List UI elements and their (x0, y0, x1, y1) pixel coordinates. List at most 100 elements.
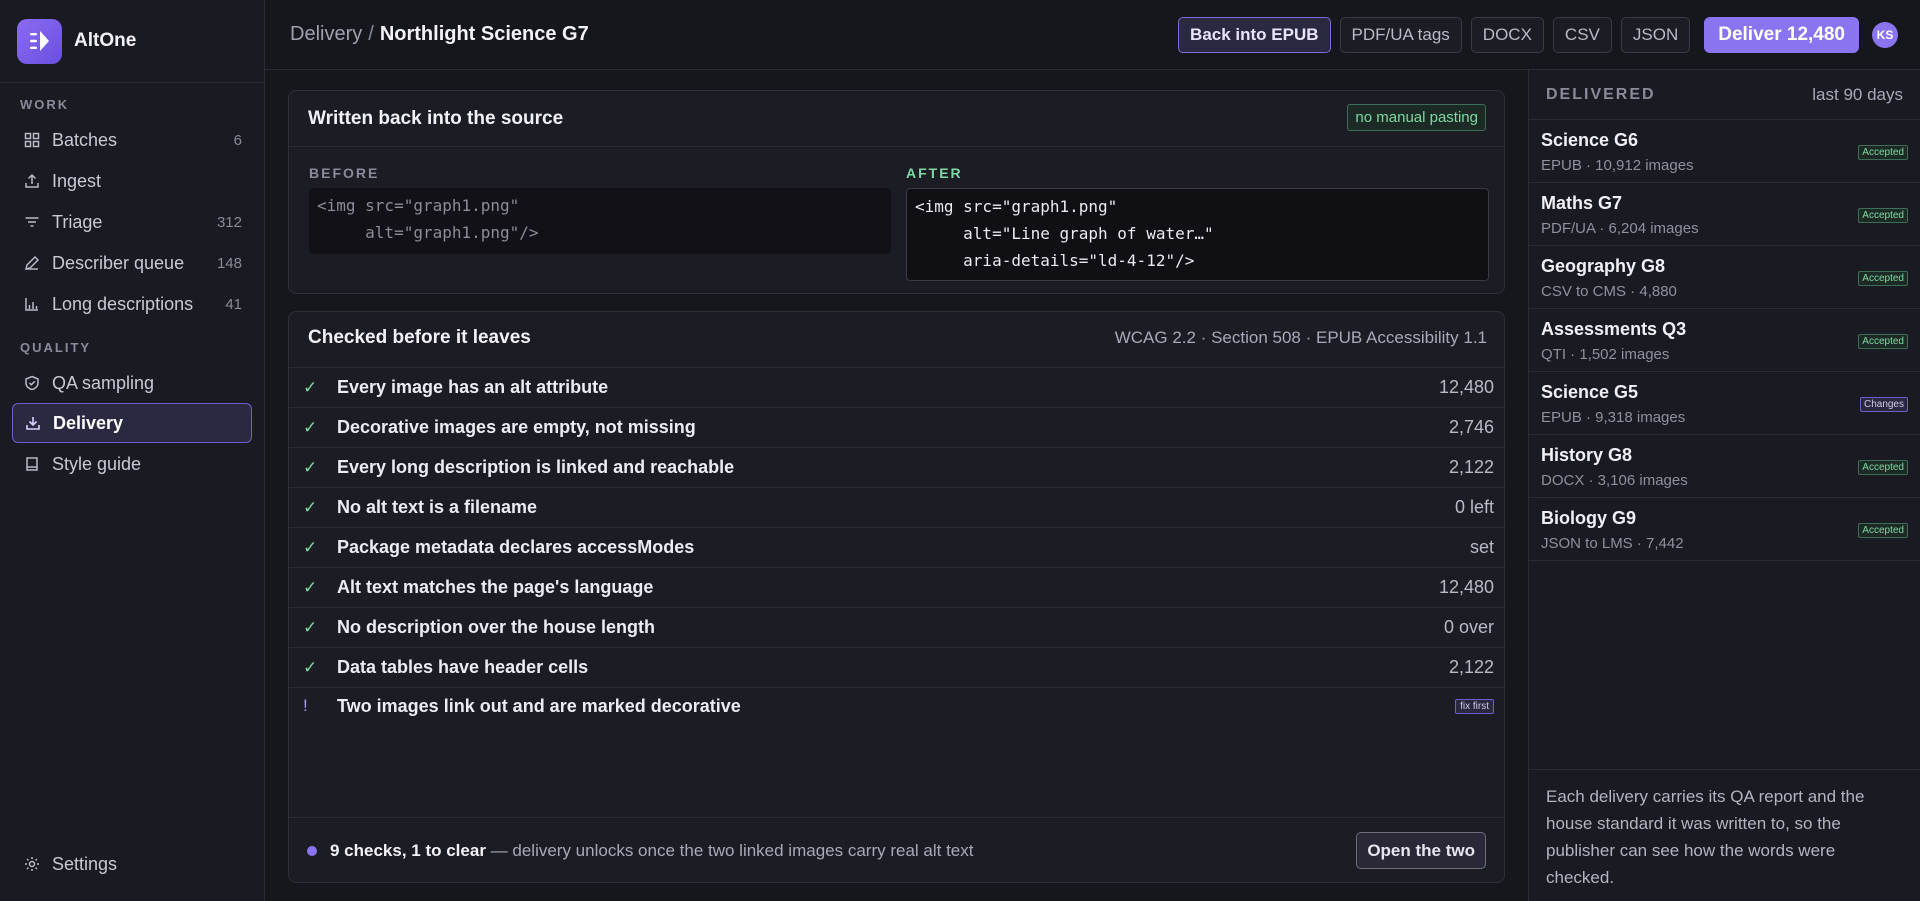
format-docx-button[interactable]: DOCX (1470, 16, 1544, 53)
check-icon: ✓ (303, 657, 318, 677)
avatar[interactable]: KS (1872, 21, 1898, 48)
check-icon: ✓ (303, 417, 318, 437)
sidebar-item-label: QA sampling (52, 372, 155, 393)
delivery-meta: JSON to LMS · 7,442 (1541, 535, 1684, 552)
sidebar-item-long-descriptions[interactable]: Long descriptions 41 (12, 284, 252, 324)
check-label: Every image has an alt attribute (337, 377, 609, 397)
status-dot-icon (307, 845, 317, 856)
logo-icon (17, 18, 62, 64)
check-icon: ✓ (303, 497, 318, 517)
upload-icon (23, 172, 41, 190)
check-icon: ✓ (303, 617, 318, 637)
sidebar-item-qa-sampling[interactable]: QA sampling (12, 363, 252, 403)
delivery-item[interactable]: Geography G8 CSV to CMS · 4,880 Accepted (1529, 246, 1920, 309)
delivery-meta: EPUB · 9,318 images (1541, 409, 1686, 426)
check-row: ✓ Every long description is linked and r… (289, 447, 1506, 487)
sidebar-item-count: 148 (216, 254, 242, 272)
nav-section-quality: QUALITY (20, 340, 92, 355)
open-the-two-button[interactable]: Open the two (1356, 832, 1486, 869)
check-value: 0 left (1454, 497, 1494, 517)
sidebar: AltOne WORK Batches 6 Ingest Triage 312 … (0, 0, 265, 901)
check-row: ✓ Decorative images are empty, not missi… (289, 407, 1506, 447)
breadcrumb-separator: / (368, 23, 374, 45)
brand[interactable]: AltOne (0, 0, 264, 83)
delivery-item[interactable]: Biology G9 JSON to LMS · 7,442 Accepted (1529, 498, 1920, 561)
delivery-item[interactable]: Assessments Q3 QTI · 1,502 images Accept… (1529, 309, 1920, 372)
check-value: 2,122 (1448, 457, 1494, 477)
delivery-item[interactable]: History G8 DOCX · 3,106 images Accepted (1529, 435, 1920, 498)
check-label: No description over the house length (337, 617, 656, 637)
delivery-item[interactable]: Science G6 EPUB · 10,912 images Accepted (1529, 120, 1920, 183)
sidebar-item-triage[interactable]: Triage 312 (12, 202, 252, 242)
standards-text: WCAG 2.2 · Section 508 · EPUB Accessibil… (1114, 328, 1487, 347)
before-label: BEFORE (309, 165, 380, 181)
filter-icon (23, 213, 41, 231)
delivery-meta: EPUB · 10,912 images (1541, 157, 1694, 174)
format-pdfua-button[interactable]: PDF/UA tags (1339, 16, 1462, 53)
delivery-name: History G8 (1541, 445, 1633, 465)
status-badge: Accepted (1858, 523, 1908, 538)
before-code: <img src="graph1.png" alt="graph1.png"/> (309, 188, 891, 254)
check-label: No alt text is a filename (337, 497, 538, 517)
delivery-item[interactable]: Science G5 EPUB · 9,318 images Changes (1529, 372, 1920, 435)
check-label: Data tables have header cells (337, 657, 589, 677)
check-value: 12,480 (1438, 577, 1494, 597)
check-value: 2,746 (1448, 417, 1494, 437)
checks-summary: 9 checks, 1 to clear — delivery unlocks … (330, 841, 973, 861)
nav-section-work: WORK (20, 97, 70, 112)
sidebar-item-label: Triage (52, 211, 103, 232)
delivery-meta: QTI · 1,502 images (1541, 346, 1670, 363)
check-row: ✓ Alt text matches the page's language 1… (289, 567, 1506, 607)
check-label: Decorative images are empty, not missing (337, 417, 696, 437)
delivery-note: Each delivery carries its QA report and … (1529, 769, 1920, 901)
delivery-name: Maths G7 (1541, 193, 1623, 213)
page-title: Northlight Science G7 (379, 23, 589, 45)
book-icon (23, 455, 41, 473)
check-icon: ✓ (303, 577, 318, 597)
status-badge: Accepted (1858, 208, 1908, 223)
sidebar-item-label: Batches (52, 129, 118, 150)
sidebar-item-describer-queue[interactable]: Describer queue 148 (12, 243, 252, 283)
deliver-button[interactable]: Deliver 12,480 (1704, 16, 1859, 53)
sidebar-item-label: Describer queue (52, 252, 185, 273)
sidebar-item-ingest[interactable]: Ingest (12, 161, 252, 201)
check-row: ✓ Every image has an alt attribute 12,48… (289, 367, 1506, 407)
format-epub-button[interactable]: Back into EPUB (1178, 16, 1331, 53)
delivered-panel: DELIVERED last 90 days Science G6 EPUB ·… (1528, 70, 1920, 901)
download-icon (24, 414, 42, 432)
status-badge: Accepted (1858, 145, 1908, 160)
check-value: 12,480 (1438, 377, 1494, 397)
breadcrumb-root[interactable]: Delivery (290, 23, 362, 45)
sidebar-item-count: 312 (216, 213, 242, 231)
sidebar-item-settings[interactable]: Settings (12, 844, 252, 884)
sidebar-item-batches[interactable]: Batches 6 (12, 120, 252, 160)
sidebar-item-delivery[interactable]: Delivery (12, 403, 252, 443)
pencil-icon (23, 254, 41, 272)
sidebar-item-style-guide[interactable]: Style guide (12, 444, 252, 484)
sidebar-item-label: Delivery (53, 412, 124, 433)
check-icon: ✓ (303, 377, 318, 397)
check-value: set (1469, 537, 1494, 557)
check-row: ✓ Package metadata declares accessModes … (289, 527, 1506, 567)
top-bar: Delivery / Northlight Science G7 Back into… (265, 0, 1920, 70)
delivered-range[interactable]: last 90 days (1812, 85, 1903, 105)
delivery-name: Assessments Q3 (1541, 319, 1687, 339)
no-manual-pasting-badge: no manual pasting (1347, 104, 1486, 131)
bar-chart-icon (23, 295, 41, 313)
check-row-warning[interactable]: ! Two images link out and are marked dec… (289, 687, 1506, 724)
gear-icon (23, 855, 41, 873)
checks-summary-strong: 9 checks, 1 to clear (330, 840, 486, 860)
check-value: 0 over (1443, 617, 1494, 637)
checks-title: Checked before it leaves (308, 327, 531, 348)
format-json-button[interactable]: JSON (1620, 16, 1691, 53)
format-csv-button[interactable]: CSV (1552, 16, 1612, 53)
delivery-name: Science G6 (1541, 130, 1639, 150)
delivery-item[interactable]: Maths G7 PDF/UA · 6,204 images Accepted (1529, 183, 1920, 246)
check-label: Every long description is linked and rea… (337, 457, 735, 477)
status-badge: Accepted (1858, 460, 1908, 475)
delivered-label: DELIVERED (1546, 85, 1656, 103)
grid-icon (23, 131, 41, 149)
checks-summary-text: — delivery unlocks once the two linked i… (485, 840, 974, 860)
check-label: Alt text matches the page's language (337, 577, 654, 597)
delivery-name: Biology G9 (1541, 508, 1637, 528)
